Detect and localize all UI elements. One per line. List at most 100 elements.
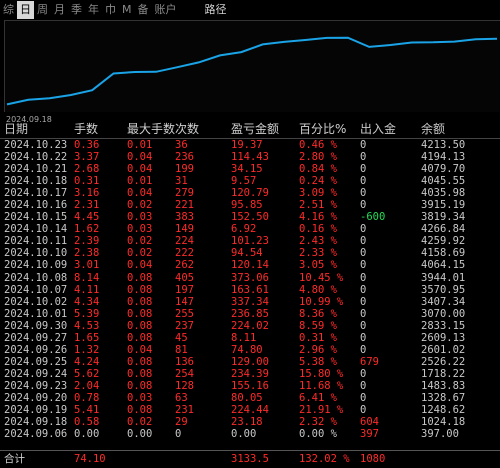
cell-balance: 3570.95 <box>421 283 466 296</box>
tab-4[interactable]: 季 <box>68 1 85 19</box>
table-row[interactable]: 2024.09.27 1.65 0.08 45 8.11 0.31 % 0 2609.13 <box>0 332 500 344</box>
tab-2[interactable]: 周 <box>34 1 51 19</box>
cell-flow: 0 <box>360 307 367 320</box>
cell-max-lots: 0.03 <box>127 223 153 236</box>
table-row[interactable]: 2024.10.09 3.01 0.04 262 120.14 3.05 % 0 4064.1… <box>0 259 500 271</box>
table-row[interactable]: 2024.10.14 1.62 0.03 149 6.92 0.16 % 0 4266.84 <box>0 223 500 235</box>
cell-percent: 3.09 % <box>299 187 337 200</box>
cell-flow: 0 <box>360 175 367 188</box>
cell-max-lots: 0.02 <box>127 247 153 260</box>
cell-flow: 0 <box>360 271 367 284</box>
total-row: 合计 74.10 3133.5 132.02 % 1080 <box>0 450 500 468</box>
table-body: 2024.10.23 0.36 0.01 36 19.37 0.46 % 0 4213.50 2… <box>0 139 500 440</box>
cell-date: 2024.09.19 <box>4 404 68 417</box>
table-row[interactable]: 2024.09.18 0.58 0.02 29 23.18 2.32 % 604 1024.1… <box>0 416 500 428</box>
table-row[interactable]: 2024.10.07 4.11 0.08 197 163.61 4.80 % 0 3570.9… <box>0 284 500 296</box>
header-lots[interactable]: 手数 <box>74 121 127 138</box>
path-button[interactable]: 路径 <box>202 1 230 19</box>
cell-count: 279 <box>175 187 194 200</box>
table-row[interactable]: 2024.10.08 8.14 0.08 405 373.06 10.45 % 0 3944.… <box>0 272 500 284</box>
table-row[interactable]: 2024.10.10 2.38 0.02 222 94.54 2.33 % 0 4158.69 <box>0 247 500 259</box>
tab-8[interactable]: 备 <box>135 1 152 19</box>
table-row[interactable]: 2024.10.21 2.68 0.04 199 34.15 0.84 % 0 4079.70 <box>0 163 500 175</box>
header-date[interactable]: 日期 <box>0 121 74 138</box>
cell-flow: 0 <box>360 259 367 272</box>
header-pnl[interactable]: 盈亏金额 <box>231 121 299 138</box>
balance-line <box>6 36 498 106</box>
total-count <box>175 451 231 468</box>
cell-pnl: 152.50 <box>231 211 269 224</box>
cell-pnl: 9.57 <box>231 175 257 188</box>
cell-flow: 0 <box>360 247 367 260</box>
cell-flow: 0 <box>360 295 367 308</box>
cell-lots: 4.24 <box>74 355 100 368</box>
cell-max-lots: 0.02 <box>127 416 153 429</box>
table-row[interactable]: 2024.10.02 4.34 0.08 147 337.34 10.99 % 0 3407.… <box>0 296 500 308</box>
header-balance[interactable]: 余额 <box>421 121 500 138</box>
header-max-lots[interactable]: 最大手数 <box>127 121 175 138</box>
cell-max-lots: 0.04 <box>127 259 153 272</box>
cell-lots: 2.39 <box>74 235 100 248</box>
header-deposit-withdraw[interactable]: 出入金 <box>360 121 421 138</box>
cell-max-lots: 0.08 <box>127 355 153 368</box>
table-row[interactable]: 2024.10.11 2.39 0.02 224 101.23 2.43 % 0 4259.9… <box>0 235 500 247</box>
cell-pnl: 234.39 <box>231 367 269 380</box>
tab-1[interactable]: 日 <box>17 1 34 19</box>
table-row[interactable]: 2024.10.15 4.45 0.03 383 152.50 4.16 % -600 381… <box>0 211 500 223</box>
cell-flow: 0 <box>360 391 367 404</box>
cell-balance: 4158.69 <box>421 247 466 260</box>
tab-6[interactable]: 巾 <box>102 1 119 19</box>
table-row[interactable]: 2024.09.20 0.78 0.03 63 80.05 6.41 % 0 1328.67 <box>0 392 500 404</box>
cell-pnl: 155.16 <box>231 379 269 392</box>
cell-percent: 0.31 % <box>299 331 337 344</box>
cell-lots: 0.78 <box>74 391 100 404</box>
table-row[interactable]: 2024.09.06 0.00 0.00 0 0.00 0.00 % 397 397.00 <box>0 428 500 440</box>
cell-date: 2024.09.27 <box>4 331 68 344</box>
table-row[interactable]: 2024.10.23 0.36 0.01 36 19.37 0.46 % 0 4213.50 <box>0 139 500 151</box>
total-percent: 132.02 % <box>299 453 350 465</box>
cell-pnl: 337.34 <box>231 295 269 308</box>
cell-percent: 5.38 % <box>299 355 337 368</box>
cell-balance: 397.00 <box>421 428 459 441</box>
table-row[interactable]: 2024.09.30 4.53 0.08 237 224.02 8.59 % 0 2833.1… <box>0 320 500 332</box>
table-row[interactable]: 2024.10.16 2.31 0.02 221 95.85 2.51 % 0 3915.19 <box>0 199 500 211</box>
total-balance <box>421 451 500 468</box>
cell-max-lots: 0.08 <box>127 379 153 392</box>
cell-count: 222 <box>175 247 194 260</box>
cell-max-lots: 0.08 <box>127 283 153 296</box>
table-row[interactable]: 2024.09.24 5.62 0.08 254 234.39 15.80 % 0 1718.… <box>0 368 500 380</box>
table-row[interactable]: 2024.09.25 4.24 0.08 136 129.00 5.38 % 679 2526… <box>0 356 500 368</box>
cell-date: 2024.10.17 <box>4 187 68 200</box>
cell-date: 2024.10.07 <box>4 283 68 296</box>
cell-flow: 0 <box>360 139 367 151</box>
cell-lots: 0.36 <box>74 139 100 151</box>
cell-pnl: 129.00 <box>231 355 269 368</box>
cell-date: 2024.09.25 <box>4 355 68 368</box>
cell-max-lots: 0.08 <box>127 271 153 284</box>
cell-date: 2024.10.22 <box>4 151 68 164</box>
cell-flow: 0 <box>360 331 367 344</box>
table-row[interactable]: 2024.09.26 1.32 0.04 81 74.80 2.96 % 0 2601.02 <box>0 344 500 356</box>
table-row[interactable]: 2024.09.23 2.04 0.08 128 155.16 11.68 % 0 1483.… <box>0 380 500 392</box>
table-row[interactable]: 2024.10.17 3.16 0.04 279 120.79 3.09 % 0 4035.9… <box>0 187 500 199</box>
table-row[interactable]: 2024.10.22 3.37 0.04 236 114.43 2.80 % 0 4194.1… <box>0 151 500 163</box>
cell-count: 405 <box>175 271 194 284</box>
cell-flow: 397 <box>360 428 379 441</box>
cell-count: 0 <box>175 428 182 441</box>
cell-balance: 2601.02 <box>421 343 466 356</box>
table-row[interactable]: 2024.10.18 0.31 0.01 31 9.57 0.24 % 0 4045.55 <box>0 175 500 187</box>
cell-lots: 5.39 <box>74 307 100 320</box>
cell-percent: 4.80 % <box>299 283 337 296</box>
total-pnl: 3133.5 <box>231 453 269 465</box>
cell-pnl: 74.80 <box>231 343 263 356</box>
tab-0[interactable]: 综 <box>0 1 17 19</box>
cell-flow: -600 <box>360 211 386 224</box>
header-count[interactable]: 次数 <box>175 121 231 138</box>
tab-3[interactable]: 月 <box>51 1 68 19</box>
table-row[interactable]: 2024.09.19 5.41 0.08 231 224.44 21.91 % 0 1248.… <box>0 404 500 416</box>
tab-7[interactable]: M <box>119 1 135 19</box>
tab-5[interactable]: 年 <box>85 1 102 19</box>
table-row[interactable]: 2024.10.01 5.39 0.08 255 236.85 8.36 % 0 3070.0… <box>0 308 500 320</box>
tab-9[interactable]: 账户 <box>152 1 180 19</box>
header-percent[interactable]: 百分比% <box>299 121 360 138</box>
